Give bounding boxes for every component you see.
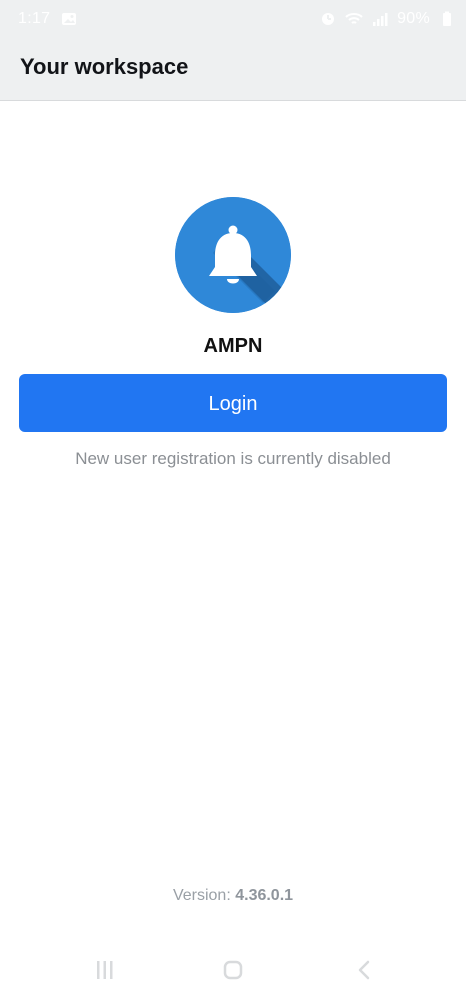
registration-status-text: New user registration is currently disab… [75, 449, 391, 468]
battery-icon [438, 10, 456, 28]
wifi-icon [345, 10, 363, 28]
back-icon[interactable] [351, 956, 379, 984]
status-right: 90% [319, 10, 456, 28]
workspace-logo [175, 197, 291, 313]
alarm-icon [319, 10, 337, 28]
status-time: 1:17 [18, 10, 51, 27]
version-text: Version: 4.36.0.1 [0, 886, 466, 906]
status-bar: 1:17 90% [0, 0, 466, 40]
version-number: 4.36.0.1 [235, 887, 294, 904]
battery-percentage: 90% [397, 10, 430, 27]
login-button[interactable]: Login [19, 374, 447, 432]
workspace-name: AMPN [203, 335, 263, 357]
bell-icon [175, 197, 291, 313]
page-title: Your workspace [20, 54, 189, 79]
main-content: AMPN Login New user registration is curr… [0, 101, 466, 1000]
status-left: 1:17 [18, 10, 78, 28]
recent-apps-icon[interactable] [91, 956, 119, 984]
home-icon[interactable] [219, 956, 247, 984]
bottom-navigation [0, 950, 466, 1000]
signal-icon [371, 10, 389, 28]
top-area: 1:17 90% Your workspace [0, 0, 466, 101]
app-bar: Your workspace [0, 40, 466, 100]
image-icon [60, 10, 78, 28]
version-label: Version: [172, 887, 236, 904]
